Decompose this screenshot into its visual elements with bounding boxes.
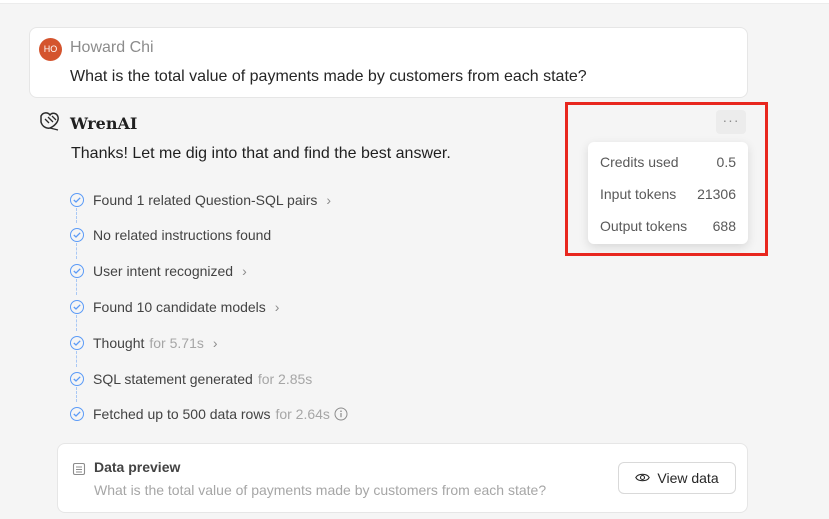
check-circle-icon [70,372,84,386]
step-fetched-data-rows: Fetched up to 500 data rows for 2.64s [70,402,348,426]
chevron-right-icon[interactable]: › [326,192,331,208]
wrenai-logo-icon [39,111,61,136]
check-circle-icon [70,264,84,278]
step-found-candidate-models[interactable]: Found 10 candidate models › [70,295,279,319]
top-divider [0,0,829,4]
step-connector [76,208,77,223]
data-preview-question: What is the total value of payments made… [94,482,547,498]
avatar: HO [39,38,62,61]
step-duration: for 2.64s [275,406,330,422]
chevron-right-icon[interactable]: › [242,263,247,279]
info-icon[interactable] [334,407,348,421]
step-connector [76,351,77,367]
step-label: User intent recognized [93,263,234,279]
question-text: What is the total value of payments made… [70,68,587,85]
eye-icon [635,470,651,486]
check-circle-icon [70,228,84,242]
step-label: Found 10 candidate models [93,299,266,315]
check-circle-icon [70,193,84,207]
step-thought[interactable]: Thought for 5.71s › [70,331,218,355]
check-circle-icon [70,336,84,350]
brand-name: WrenAI [70,113,138,133]
chevron-right-icon[interactable]: › [213,335,218,351]
step-connector [76,279,77,295]
highlight-box [565,102,768,256]
step-label: Fetched up to 500 data rows [93,406,271,422]
data-preview-card: Data preview What is the total value of … [57,443,748,513]
view-data-label: View data [657,470,719,486]
assistant-header: WrenAI [39,111,138,136]
chevron-right-icon[interactable]: › [275,299,280,315]
step-label: Thought [93,335,145,351]
view-data-button[interactable]: View data [618,462,736,494]
data-preview-title: Data preview [94,459,181,475]
table-icon [72,462,86,481]
question-card: HO Howard Chi What is the total value of… [29,27,748,98]
step-label: SQL statement generated [93,371,253,387]
step-sql-statement-generated: SQL statement generated for 2.85s [70,367,312,391]
step-label: No related instructions found [93,227,272,243]
step-duration: for 5.71s [149,335,204,351]
step-duration: for 2.85s [257,371,313,387]
step-no-related-instructions: No related instructions found [70,223,271,247]
check-circle-icon [70,407,84,421]
step-user-intent-recognized[interactable]: User intent recognized › [70,259,247,283]
step-connector [76,387,77,402]
step-connector [76,315,77,331]
user-name: Howard Chi [70,39,154,56]
check-circle-icon [70,300,84,314]
step-found-question-sql-pairs[interactable]: Found 1 related Question-SQL pairs › [70,188,331,212]
step-label: Found 1 related Question-SQL pairs [93,192,318,208]
step-connector [76,243,77,259]
answer-intro: Thanks! Let me dig into that and find th… [71,145,451,162]
